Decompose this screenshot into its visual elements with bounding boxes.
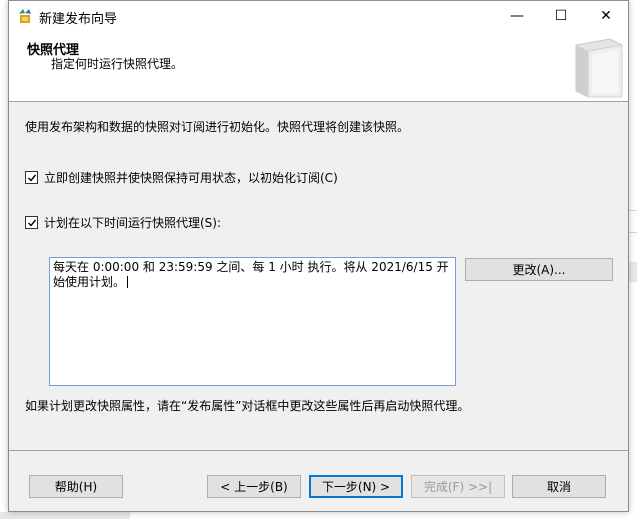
schedule-text: 每天在 0:00:00 和 23:59:59 之间、每 1 小时 执行。将从 2… — [53, 260, 449, 289]
wizard-header: 快照代理 指定何时运行快照代理。 — [9, 31, 628, 102]
schedule-textbox[interactable]: 每天在 0:00:00 和 23:59:59 之间、每 1 小时 执行。将从 2… — [49, 257, 456, 386]
text-caret — [127, 276, 129, 288]
checkmark-icon — [27, 174, 36, 182]
create-snapshot-label: 立即创建快照并使快照保持可用状态，以初始化订阅(C) — [44, 171, 338, 185]
schedule-label: 计划在以下时间运行快照代理(S): — [44, 216, 222, 230]
help-button[interactable]: 帮助(H) — [29, 475, 123, 498]
background-divider — [629, 232, 637, 233]
cancel-button[interactable]: 取消 — [512, 475, 606, 498]
page-subtitle: 指定何时运行快照代理。 — [51, 57, 184, 71]
back-button[interactable]: < 上一步(B) — [207, 475, 301, 498]
background-panel — [629, 262, 637, 282]
background-divider — [629, 210, 637, 211]
wizard-icon — [19, 9, 31, 23]
schedule-checkbox[interactable] — [25, 216, 38, 229]
title-bar[interactable]: 新建发布向导 — ☐ ✕ — [9, 1, 628, 31]
minimize-button[interactable]: — — [494, 1, 540, 31]
note-text: 如果计划更改快照属性，请在“发布属性”对话框中更改这些属性后再启动快照代理。 — [25, 399, 470, 413]
create-snapshot-checkbox[interactable] — [25, 171, 38, 184]
next-button[interactable]: 下一步(N) > — [309, 475, 403, 498]
glass-panel-icon — [575, 38, 623, 98]
background-strip — [0, 512, 130, 519]
checkmark-icon — [27, 219, 36, 227]
create-snapshot-option[interactable]: 立即创建快照并使快照保持可用状态，以初始化订阅(C) — [25, 169, 338, 186]
maximize-button[interactable]: ☐ — [538, 1, 584, 31]
close-button[interactable]: ✕ — [583, 1, 629, 31]
schedule-option[interactable]: 计划在以下时间运行快照代理(S): — [25, 214, 221, 231]
finish-button[interactable]: 完成(F) >>| — [411, 475, 505, 498]
window-title: 新建发布向导 — [39, 12, 118, 27]
footer-separator — [9, 450, 628, 451]
description-text: 使用发布架构和数据的快照对订阅进行初始化。快照代理将创建该快照。 — [25, 120, 410, 134]
wizard-dialog: 新建发布向导 — ☐ ✕ 快照代理 指定何时运行快照代理。 使用发布架构和数据的… — [8, 0, 629, 512]
change-schedule-button[interactable]: 更改(A)... — [465, 258, 613, 281]
